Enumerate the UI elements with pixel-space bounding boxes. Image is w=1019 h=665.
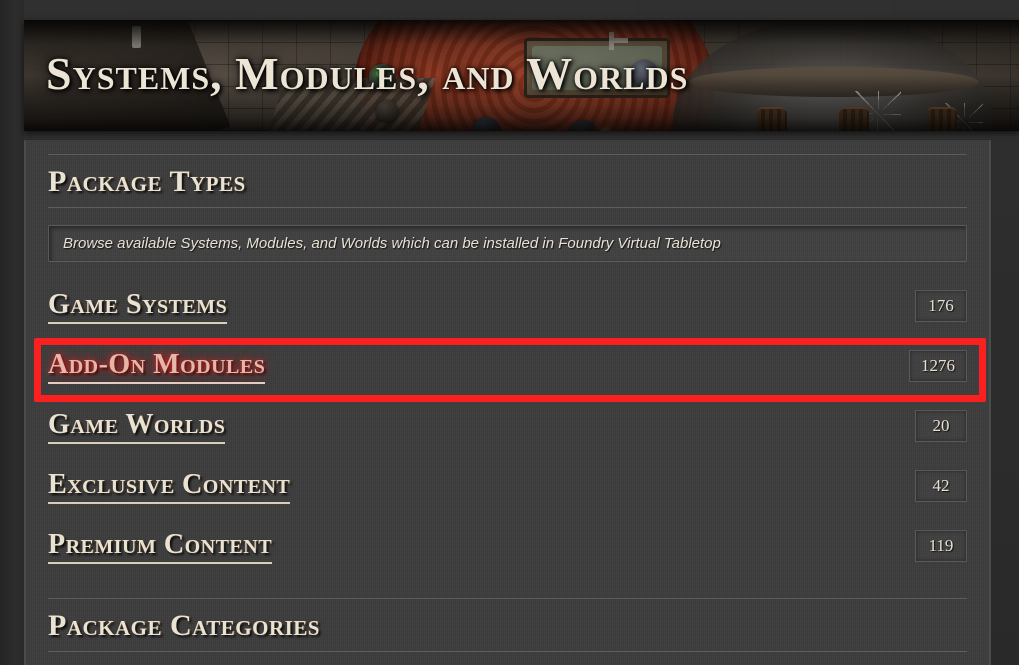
package-type-count-game-systems: 176 — [915, 290, 967, 322]
package-types-heading: Package Types — [48, 154, 967, 208]
main-content-panel: Package Types Browse available Systems, … — [24, 140, 991, 665]
package-type-link-add-on-modules[interactable]: Add-On Modules — [48, 349, 266, 384]
package-types-description: Browse available Systems, Modules, and W… — [48, 225, 967, 262]
package-type-count-premium-content: 119 — [915, 530, 967, 562]
package-type-row-game-systems[interactable]: Game Systems 176 — [48, 276, 967, 336]
package-type-count-game-worlds: 20 — [915, 410, 967, 442]
content-inner: Package Types Browse available Systems, … — [26, 154, 989, 665]
package-type-link-exclusive-content[interactable]: Exclusive Content — [48, 469, 291, 504]
left-gutter — [0, 0, 24, 665]
package-type-link-premium-content[interactable]: Premium Content — [48, 529, 273, 564]
package-type-row-game-worlds[interactable]: Game Worlds 20 — [48, 396, 967, 456]
package-type-count-exclusive-content: 42 — [915, 470, 967, 502]
package-type-link-game-worlds[interactable]: Game Worlds — [48, 409, 226, 444]
page-header-banner: Systems, Modules, and Worlds — [24, 20, 1019, 131]
application-root: Systems, Modules, and Worlds Package Typ… — [0, 0, 1019, 665]
package-categories-heading: Package Categories — [48, 598, 967, 652]
page-title: Systems, Modules, and Worlds — [46, 48, 689, 99]
package-type-row-exclusive-content[interactable]: Exclusive Content 42 — [48, 456, 967, 516]
package-type-row-add-on-modules[interactable]: Add-On Modules 1276 — [48, 336, 967, 396]
package-type-row-premium-content[interactable]: Premium Content 119 — [48, 516, 967, 576]
package-type-count-add-on-modules: 1276 — [909, 350, 967, 382]
package-type-link-game-systems[interactable]: Game Systems — [48, 289, 228, 324]
package-types-list: Game Systems 176 Add-On Modules 1276 Gam… — [48, 276, 967, 576]
